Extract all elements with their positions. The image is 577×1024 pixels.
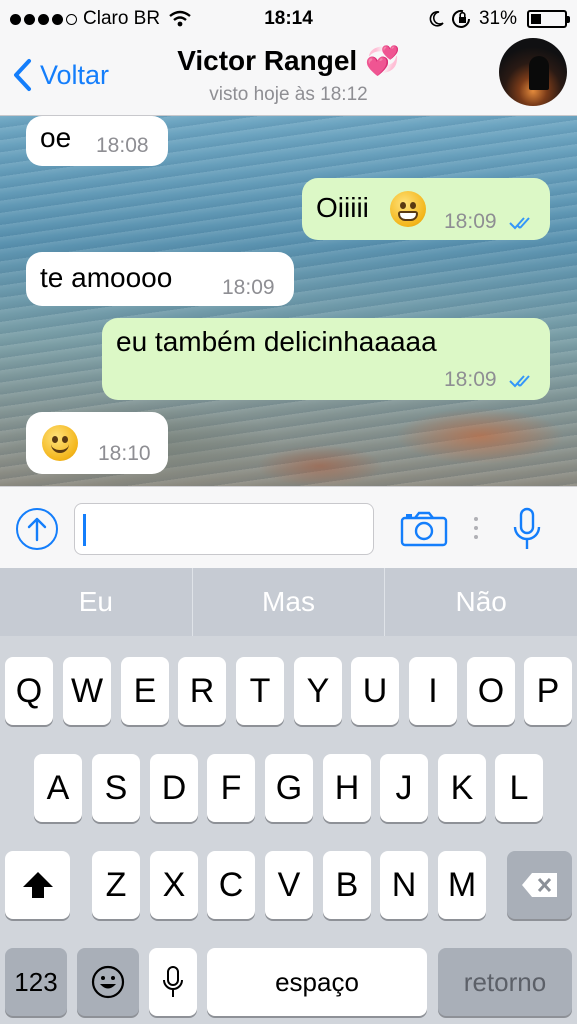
shift-arrow-icon (22, 872, 53, 898)
numbers-key[interactable]: 123 (5, 948, 67, 1016)
message-bubble-incoming[interactable]: te amoooo 18:09 (26, 252, 294, 306)
key-i[interactable]: I (409, 657, 457, 725)
smiling-face-emoji-icon (42, 425, 78, 461)
message-bubble-outgoing[interactable]: eu também delicinhaaaaa 18:09 (102, 318, 550, 400)
dictation-key[interactable] (149, 948, 197, 1016)
key-d[interactable]: D (150, 754, 198, 822)
message-text: oe (40, 122, 72, 153)
key-z[interactable]: Z (92, 851, 140, 919)
key-s[interactable]: S (92, 754, 140, 822)
navigation-header: Claro BR 18:14 31% Voltar Victor Rangel … (0, 0, 577, 116)
key-e[interactable]: E (121, 657, 169, 725)
share-button[interactable] (16, 508, 58, 550)
key-g[interactable]: G (265, 754, 313, 822)
more-options-icon[interactable] (474, 517, 478, 539)
message-time: 18:08 (96, 134, 149, 157)
message-text: te amoooo (40, 262, 173, 293)
emoji-key[interactable] (77, 948, 139, 1016)
suggestion-item[interactable]: Mas (193, 568, 386, 636)
key-c[interactable]: C (207, 851, 255, 919)
key-n[interactable]: N (380, 851, 428, 919)
key-k[interactable]: K (438, 754, 486, 822)
read-receipt-icon (509, 375, 530, 388)
delete-key[interactable] (507, 851, 572, 919)
key-a[interactable]: A (34, 754, 82, 822)
battery-percentage: 31% (478, 8, 517, 29)
key-o[interactable]: O (467, 657, 515, 725)
read-receipt-icon (509, 217, 530, 230)
key-h[interactable]: H (323, 754, 371, 822)
key-x[interactable]: X (150, 851, 198, 919)
moon-icon (429, 11, 444, 27)
microphone-icon (163, 966, 183, 997)
message-time: 18:09 (444, 368, 497, 391)
keyboard: Q W E R T Y U I O P A S D F G H J K L Z … (0, 636, 577, 1024)
message-time: 18:10 (98, 442, 151, 465)
message-bubble-incoming[interactable]: oe 18:08 (26, 116, 168, 166)
backspace-icon (521, 873, 557, 897)
key-p[interactable]: P (524, 657, 572, 725)
message-time: 18:09 (222, 276, 275, 299)
space-key[interactable]: espaço (207, 948, 427, 1016)
key-w[interactable]: W (63, 657, 111, 725)
chat-messages-area[interactable]: oe 18:08 Oiiiii 18:09 te amoooo 18:09 eu… (0, 116, 577, 486)
message-composer (0, 486, 577, 568)
contact-avatar[interactable] (499, 38, 567, 106)
key-v[interactable]: V (265, 851, 313, 919)
message-text: eu também delicinhaaaaa (116, 326, 437, 357)
contact-name[interactable]: Victor Rangel 💞 (0, 44, 577, 77)
key-q[interactable]: Q (5, 657, 53, 725)
predictive-text-bar: Eu Mas Não (0, 568, 577, 636)
key-f[interactable]: F (207, 754, 255, 822)
message-time: 18:09 (444, 210, 497, 233)
message-bubble-incoming[interactable]: 18:10 (26, 412, 168, 474)
message-text: Oiiiii (316, 192, 369, 223)
key-l[interactable]: L (495, 754, 543, 822)
key-r[interactable]: R (178, 657, 226, 725)
message-bubble-outgoing[interactable]: Oiiiii 18:09 (302, 178, 550, 240)
key-j[interactable]: J (380, 754, 428, 822)
text-cursor (83, 514, 86, 546)
grinning-face-emoji-icon (390, 191, 426, 227)
key-t[interactable]: T (236, 657, 284, 725)
key-b[interactable]: B (323, 851, 371, 919)
suggestion-item[interactable]: Não (385, 568, 577, 636)
last-seen-status: visto hoje às 18:12 (209, 84, 368, 105)
status-right: 31% (427, 6, 570, 32)
key-m[interactable]: M (438, 851, 486, 919)
key-y[interactable]: Y (294, 657, 342, 725)
message-input[interactable] (74, 503, 374, 555)
smiley-icon (91, 965, 125, 999)
battery-icon (527, 10, 570, 28)
arrow-up-icon (27, 517, 47, 542)
return-key[interactable]: retorno (438, 948, 572, 1016)
microphone-icon[interactable] (512, 507, 542, 551)
camera-icon[interactable] (400, 511, 448, 547)
key-u[interactable]: U (351, 657, 399, 725)
suggestion-item[interactable]: Eu (0, 568, 193, 636)
shift-key[interactable] (5, 851, 70, 919)
rotation-lock-icon (451, 9, 470, 28)
